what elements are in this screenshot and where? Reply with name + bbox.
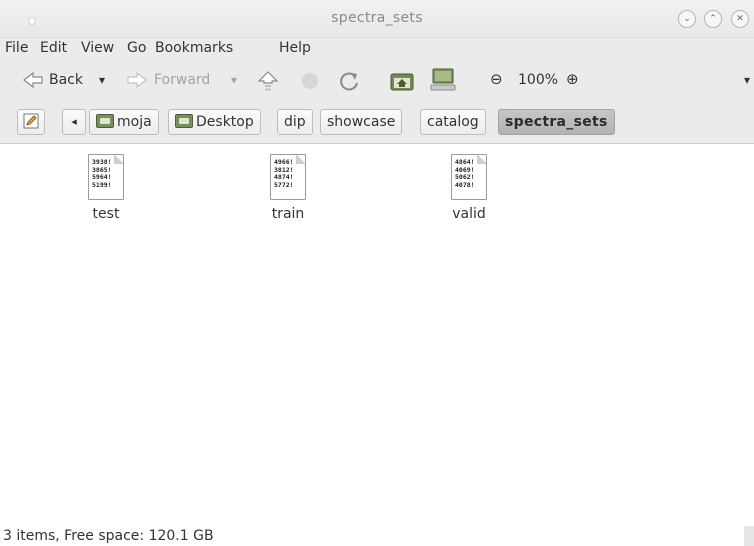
file-name: train xyxy=(271,206,305,222)
up-arrow-icon[interactable] xyxy=(256,69,280,97)
maximize-button[interactable]: ⌃ xyxy=(704,10,722,28)
preview-line: 4078! xyxy=(455,180,475,189)
crumb-spectra-sets[interactable]: spectra_sets xyxy=(498,109,615,135)
resize-grip[interactable] xyxy=(744,526,754,546)
file-name: test xyxy=(92,206,120,222)
pencil-icon xyxy=(22,113,40,130)
menu-edit[interactable]: Edit xyxy=(40,40,67,56)
crumb-desktop[interactable]: Desktop xyxy=(168,109,261,135)
toolbar: Back ▾ Forward ▾ ⊖ 100% ⊕ ▾ xyxy=(0,60,754,102)
file-view[interactable]: 3938! 3865! 5964! 5199! test 4966! 3812!… xyxy=(0,144,754,526)
file-item-test[interactable]: 3938! 3865! 5964! 5199! test xyxy=(66,154,146,222)
location-bar: ◂ moja Desktop dip showcase catalog spec… xyxy=(0,102,754,144)
crumb-moja[interactable]: moja xyxy=(89,109,159,135)
back-history-dropdown[interactable]: ▾ xyxy=(99,73,105,87)
desktop-folder-icon xyxy=(175,114,193,128)
menu-file[interactable]: File xyxy=(5,40,28,56)
status-bar: 3 items, Free space: 120.1 GB xyxy=(0,526,754,546)
crumb-dip[interactable]: dip xyxy=(277,109,313,135)
file-item-valid[interactable]: 4864! 4069! 5062! 4078! valid xyxy=(429,154,509,222)
menu-bar: File Edit View Go Bookmarks Help xyxy=(0,38,754,60)
menu-bookmarks[interactable]: Bookmarks xyxy=(155,40,233,56)
computer-icon[interactable] xyxy=(430,68,456,96)
zoom-in-button[interactable]: ⊕ xyxy=(566,70,579,88)
reload-icon[interactable] xyxy=(338,70,360,96)
preview-line: 5772! xyxy=(274,180,294,189)
home-folder-icon xyxy=(96,114,114,128)
path-scroll-left-button[interactable]: ◂ xyxy=(62,109,86,135)
text-file-icon: 4864! 4069! 5062! 4078! xyxy=(451,154,487,200)
edit-location-button[interactable] xyxy=(17,109,45,135)
file-name: valid xyxy=(452,206,486,222)
crumb-catalog[interactable]: catalog xyxy=(420,109,486,135)
zoom-level: 100% xyxy=(518,72,559,88)
crumb-label: moja xyxy=(117,114,152,130)
title-bar: spectra_sets ⌄ ⌃ ✕ xyxy=(0,0,754,38)
minimize-button[interactable]: ⌄ xyxy=(678,10,696,28)
forward-arrow-icon xyxy=(126,70,148,94)
window-title: spectra_sets xyxy=(331,10,423,26)
toolbar-overflow-dropdown[interactable]: ▾ xyxy=(744,73,750,87)
crumb-showcase[interactable]: showcase xyxy=(320,109,403,135)
zoom-out-button[interactable]: ⊖ xyxy=(490,70,503,88)
status-text: 3 items, Free space: 120.1 GB xyxy=(3,528,214,544)
menu-help[interactable]: Help xyxy=(279,40,311,56)
file-item-train[interactable]: 4966! 3812! 4874! 5772! train xyxy=(248,154,328,222)
menu-go[interactable]: Go xyxy=(127,40,146,56)
crumb-label: Desktop xyxy=(196,114,254,130)
forward-history-dropdown: ▾ xyxy=(231,73,238,87)
back-arrow-icon[interactable] xyxy=(22,70,44,94)
back-button[interactable]: Back xyxy=(49,72,83,88)
text-file-icon: 4966! 3812! 4874! 5772! xyxy=(270,154,306,200)
home-icon[interactable] xyxy=(390,70,414,96)
menu-view[interactable]: View xyxy=(81,40,114,56)
stop-icon xyxy=(300,71,320,95)
close-button[interactable]: ✕ xyxy=(731,10,749,28)
forward-button: Forward xyxy=(154,72,211,88)
preview-line: 5199! xyxy=(92,180,112,189)
text-file-icon: 3938! 3865! 5964! 5199! xyxy=(88,154,124,200)
